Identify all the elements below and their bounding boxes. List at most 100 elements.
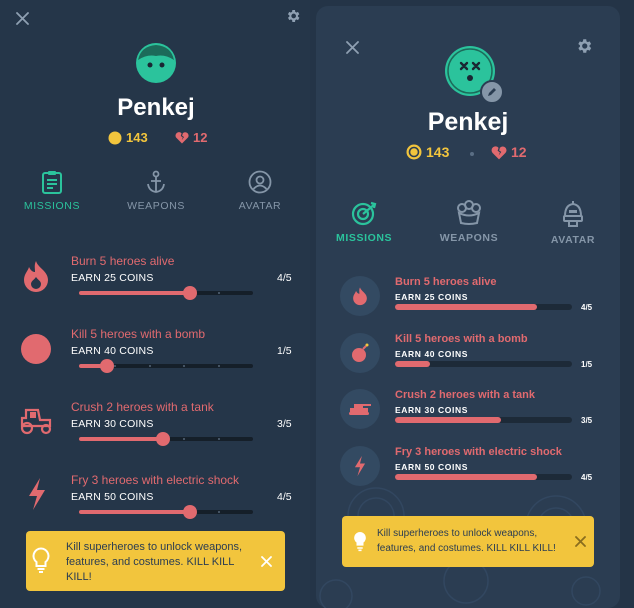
bomb-icon bbox=[21, 334, 51, 364]
tab-label: AVATAR bbox=[550, 234, 596, 246]
coin-icon bbox=[108, 131, 122, 144]
close-button[interactable] bbox=[342, 37, 362, 57]
progress-slider[interactable] bbox=[79, 359, 253, 373]
progress-fill bbox=[395, 304, 537, 310]
mission-count: 4/5 bbox=[581, 473, 593, 482]
fire-icon bbox=[353, 287, 367, 306]
progress-fill bbox=[395, 474, 537, 480]
username: Penkej bbox=[427, 108, 509, 136]
right-panel: Penkej 143 12 MISSIONS WEAPONS AVATAR Bu… bbox=[316, 6, 620, 608]
mission-item: Fry 3 heroes with electric shock EARN 50… bbox=[316, 444, 620, 494]
mission-title: Crush 2 heroes with a tank bbox=[71, 400, 214, 414]
lightbulb-icon bbox=[32, 547, 50, 573]
banner-close-button[interactable] bbox=[571, 532, 589, 550]
banner-text: Kill superheroes to unlock weapons, feat… bbox=[377, 528, 556, 554]
slider-knob[interactable] bbox=[99, 359, 114, 373]
progress-bar bbox=[395, 304, 572, 310]
tab-label: MISSIONS bbox=[23, 200, 81, 212]
tab-avatar[interactable]: AVATAR bbox=[230, 170, 290, 212]
tab-missions[interactable]: MISSIONS bbox=[22, 170, 82, 212]
mission-title: Burn 5 heroes alive bbox=[395, 276, 497, 288]
tab-label: WEAPONS bbox=[127, 200, 185, 212]
mission-icon-badge bbox=[340, 276, 380, 316]
mission-title: Fry 3 heroes with electric shock bbox=[71, 473, 240, 487]
mission-reward: EARN 40 COINS bbox=[71, 345, 154, 357]
mission-item: Crush 2 heroes with a tank EARN 30 COINS… bbox=[316, 387, 620, 437]
slider-tick bbox=[148, 365, 151, 367]
brass-knuckles-icon bbox=[457, 200, 481, 225]
user-circle-icon bbox=[248, 170, 272, 194]
progress-slider[interactable] bbox=[79, 432, 253, 446]
close-button[interactable] bbox=[12, 8, 32, 28]
close-icon bbox=[574, 535, 586, 547]
hearts-count: 12 bbox=[511, 144, 527, 160]
mission-reward: EARN 40 COINS bbox=[395, 349, 468, 359]
mission-title: Kill 5 heroes with a bomb bbox=[71, 327, 206, 341]
mission-item: Burn 5 heroes alive EARN 25 COINS 4/5 bbox=[316, 274, 620, 324]
mission-icon-badge bbox=[340, 333, 380, 373]
mission-count: 4/5 bbox=[277, 491, 292, 503]
fire-icon bbox=[24, 261, 48, 292]
close-icon bbox=[260, 555, 272, 567]
progress-fill bbox=[395, 361, 431, 367]
mission-title: Burn 5 heroes alive bbox=[71, 254, 175, 268]
slider-knob[interactable] bbox=[183, 505, 198, 519]
pencil-icon bbox=[488, 88, 496, 96]
progress-bar bbox=[395, 417, 572, 423]
helmet-icon bbox=[563, 201, 583, 227]
mission-icon-badge bbox=[340, 446, 380, 486]
lightning-icon bbox=[29, 478, 45, 510]
slider-knob[interactable] bbox=[155, 432, 170, 446]
mission-count: 1/5 bbox=[277, 345, 292, 357]
mission-reward: EARN 30 COINS bbox=[395, 405, 468, 415]
username: Penkej bbox=[117, 94, 195, 121]
coins-count: 143 bbox=[126, 130, 148, 145]
mission-title: Kill 5 heroes with a bomb bbox=[395, 333, 528, 345]
mission-count: 1/5 bbox=[581, 360, 593, 369]
slider-tick bbox=[218, 365, 221, 367]
slider-tick bbox=[183, 438, 186, 440]
tab-avatar[interactable]: AVATAR bbox=[540, 200, 606, 246]
face-icon bbox=[136, 43, 176, 83]
slider-fill bbox=[79, 291, 191, 295]
slider-tick bbox=[218, 438, 221, 440]
tab-label: MISSIONS bbox=[336, 232, 393, 244]
progress-bar bbox=[395, 474, 572, 480]
slider-knob[interactable] bbox=[183, 286, 198, 300]
mission-item: Kill 5 heroes with a bomb EARN 40 COINS … bbox=[0, 323, 310, 383]
coins-stat: 143 bbox=[406, 144, 449, 160]
tab-weapons[interactable]: WEAPONS bbox=[436, 200, 502, 244]
progress-fill bbox=[395, 417, 502, 423]
coin-icon bbox=[406, 144, 422, 160]
settings-button[interactable] bbox=[573, 35, 595, 57]
banner-close-button[interactable] bbox=[256, 551, 276, 571]
mission-count: 4/5 bbox=[277, 272, 292, 284]
mission-icon-badge bbox=[340, 389, 380, 429]
settings-button[interactable] bbox=[283, 6, 303, 26]
progress-slider[interactable] bbox=[79, 286, 253, 300]
lightbulb-icon bbox=[354, 532, 366, 552]
avatar bbox=[135, 42, 177, 84]
tab-missions[interactable]: MISSIONS bbox=[336, 200, 392, 244]
mission-item: Fry 3 heroes with electric shock EARN 50… bbox=[0, 469, 310, 529]
edit-avatar-button[interactable] bbox=[480, 80, 504, 104]
coins-stat: 143 bbox=[108, 130, 148, 145]
target-icon bbox=[351, 201, 377, 226]
slider-tick bbox=[218, 511, 221, 513]
tab-weapons[interactable]: WEAPONS bbox=[126, 170, 186, 212]
slider-fill bbox=[79, 510, 191, 514]
mission-reward: EARN 30 COINS bbox=[71, 418, 154, 430]
slider-tick bbox=[113, 365, 116, 367]
slider-tick bbox=[218, 292, 221, 294]
lightning-icon bbox=[354, 455, 366, 477]
progress-bar bbox=[395, 361, 572, 367]
anchor-icon bbox=[147, 170, 165, 193]
left-panel: Penkej 143 12 MISSIONS WEAPONS AVATAR Bu… bbox=[0, 0, 310, 608]
progress-slider[interactable] bbox=[79, 505, 253, 519]
gear-icon bbox=[578, 39, 592, 53]
slider-tick bbox=[183, 365, 186, 367]
mission-item: Crush 2 heroes with a tank EARN 30 COINS… bbox=[0, 396, 310, 456]
tank-icon bbox=[349, 404, 371, 415]
broken-heart-icon bbox=[491, 145, 507, 159]
slider-fill bbox=[79, 437, 163, 441]
